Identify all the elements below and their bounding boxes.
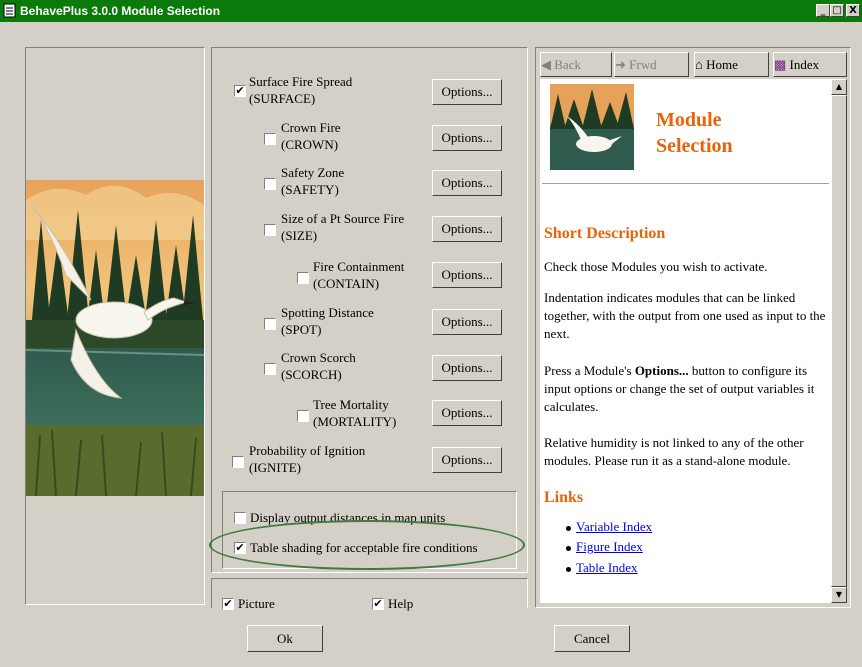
- map-units-checkbox[interactable]: [234, 512, 246, 524]
- scroll-down-arrow-icon[interactable]: ▼: [831, 587, 847, 603]
- back-button[interactable]: ◀ Back: [540, 52, 612, 77]
- mortality-label: Tree Mortality (MORTALITY): [313, 397, 397, 429]
- spot-options-button[interactable]: Options...: [432, 309, 502, 335]
- table-shading-checkbox[interactable]: ✔: [234, 542, 246, 554]
- short-description-heading: Short Description: [544, 225, 666, 242]
- picture-label: Picture: [238, 596, 275, 611]
- crown-checkbox[interactable]: [264, 133, 276, 145]
- help-panel: ◀ Back ➜ Frwd ⌂ Home ▩ Index Module Selec…: [535, 47, 851, 608]
- book-icon: ▩: [774, 57, 787, 72]
- forward-arrow-icon: ➜: [615, 57, 626, 72]
- scroll-up-arrow-icon[interactable]: ▲: [831, 79, 847, 95]
- crown-label: Crown Fire (CROWN): [281, 120, 341, 152]
- size-checkbox[interactable]: [264, 224, 276, 236]
- link-figure-index[interactable]: Figure Index: [576, 539, 643, 555]
- index-button[interactable]: ▩ Index: [773, 52, 847, 77]
- spot-label: Spotting Distance (SPOT): [281, 305, 374, 337]
- surface-checkbox[interactable]: ✔: [234, 85, 246, 97]
- map-units-label: Display output distances in map units: [250, 510, 446, 525]
- safety-checkbox[interactable]: [264, 178, 276, 190]
- close-button[interactable]: X: [846, 4, 860, 17]
- scorch-checkbox[interactable]: [264, 363, 276, 375]
- home-icon: ⌂: [695, 57, 703, 72]
- contain-label: Fire Containment (CONTAIN): [313, 259, 405, 291]
- help-scrollbar[interactable]: ▲ ▼: [831, 79, 847, 603]
- help-paragraph-4: Relative humidity is not linked to any o…: [544, 435, 804, 468]
- surface-label: Surface Fire Spread (SURFACE): [249, 74, 353, 106]
- ignite-options-button[interactable]: Options...: [432, 447, 502, 473]
- links-heading: Links: [544, 489, 584, 506]
- home-button[interactable]: ⌂ Home: [694, 52, 769, 77]
- modules-panel: ✔ Surface Fire Spread (SURFACE) Options..…: [211, 47, 528, 573]
- help-content: Module Selection Short Description Check …: [540, 79, 831, 603]
- divider: [542, 183, 829, 184]
- mortality-options-button[interactable]: Options...: [432, 400, 502, 426]
- view-options-panel: ✔ Picture ✔ Help: [211, 578, 528, 611]
- cancel-button[interactable]: Cancel: [554, 625, 630, 652]
- ignite-label: Probability of Ignition (IGNITE): [249, 443, 366, 475]
- link-table-index[interactable]: Table Index: [576, 560, 638, 576]
- minimize-button[interactable]: _: [816, 4, 830, 17]
- surface-options-button[interactable]: Options...: [432, 79, 502, 105]
- safety-label: Safety Zone (SAFETY): [281, 165, 345, 197]
- mortality-checkbox[interactable]: [297, 410, 309, 422]
- help-thumbnail: [550, 84, 634, 170]
- settings-group: Display output distances in map units ✔ …: [222, 491, 517, 569]
- app-icon: [3, 3, 16, 18]
- picture-panel: [25, 47, 205, 605]
- contain-checkbox[interactable]: [297, 272, 309, 284]
- maximize-button[interactable]: □: [830, 4, 844, 17]
- bullet-icon: [566, 567, 571, 572]
- forward-button[interactable]: ➜ Frwd: [614, 52, 689, 77]
- help-title: Module Selection: [656, 109, 733, 157]
- scorch-options-button[interactable]: Options...: [432, 355, 502, 381]
- bullet-icon: [566, 546, 571, 551]
- size-label: Size of a Pt Source Fire (SIZE): [281, 211, 405, 243]
- swan-painting: [26, 180, 204, 496]
- ok-button[interactable]: Ok: [247, 625, 323, 652]
- contain-options-button[interactable]: Options...: [432, 262, 502, 288]
- help-paragraph-2: Indentation indicates modules that can b…: [544, 290, 826, 341]
- window-title: BehavePlus 3.0.0 Module Selection: [20, 4, 221, 18]
- help-paragraph-3: Press a Module's Options... button to co…: [544, 363, 815, 414]
- help-label: Help: [388, 596, 414, 611]
- bullet-icon: [566, 526, 571, 531]
- link-variable-index[interactable]: Variable Index: [576, 519, 652, 535]
- table-shading-label: Table shading for acceptable fire condit…: [250, 540, 478, 555]
- safety-options-button[interactable]: Options...: [432, 170, 502, 196]
- ignite-checkbox[interactable]: [232, 456, 244, 468]
- picture-checkbox[interactable]: ✔: [222, 598, 234, 610]
- help-checkbox[interactable]: ✔: [372, 598, 384, 610]
- size-options-button[interactable]: Options...: [432, 216, 502, 242]
- crown-options-button[interactable]: Options...: [432, 125, 502, 151]
- spot-checkbox[interactable]: [264, 318, 276, 330]
- back-arrow-icon: ◀: [541, 57, 551, 72]
- title-bar: BehavePlus 3.0.0 Module Selection _ □ X: [0, 0, 862, 22]
- scorch-label: Crown Scorch (SCORCH): [281, 350, 356, 382]
- help-paragraph-1: Check those Modules you wish to activate…: [544, 259, 768, 274]
- scroll-thumb[interactable]: [831, 95, 847, 587]
